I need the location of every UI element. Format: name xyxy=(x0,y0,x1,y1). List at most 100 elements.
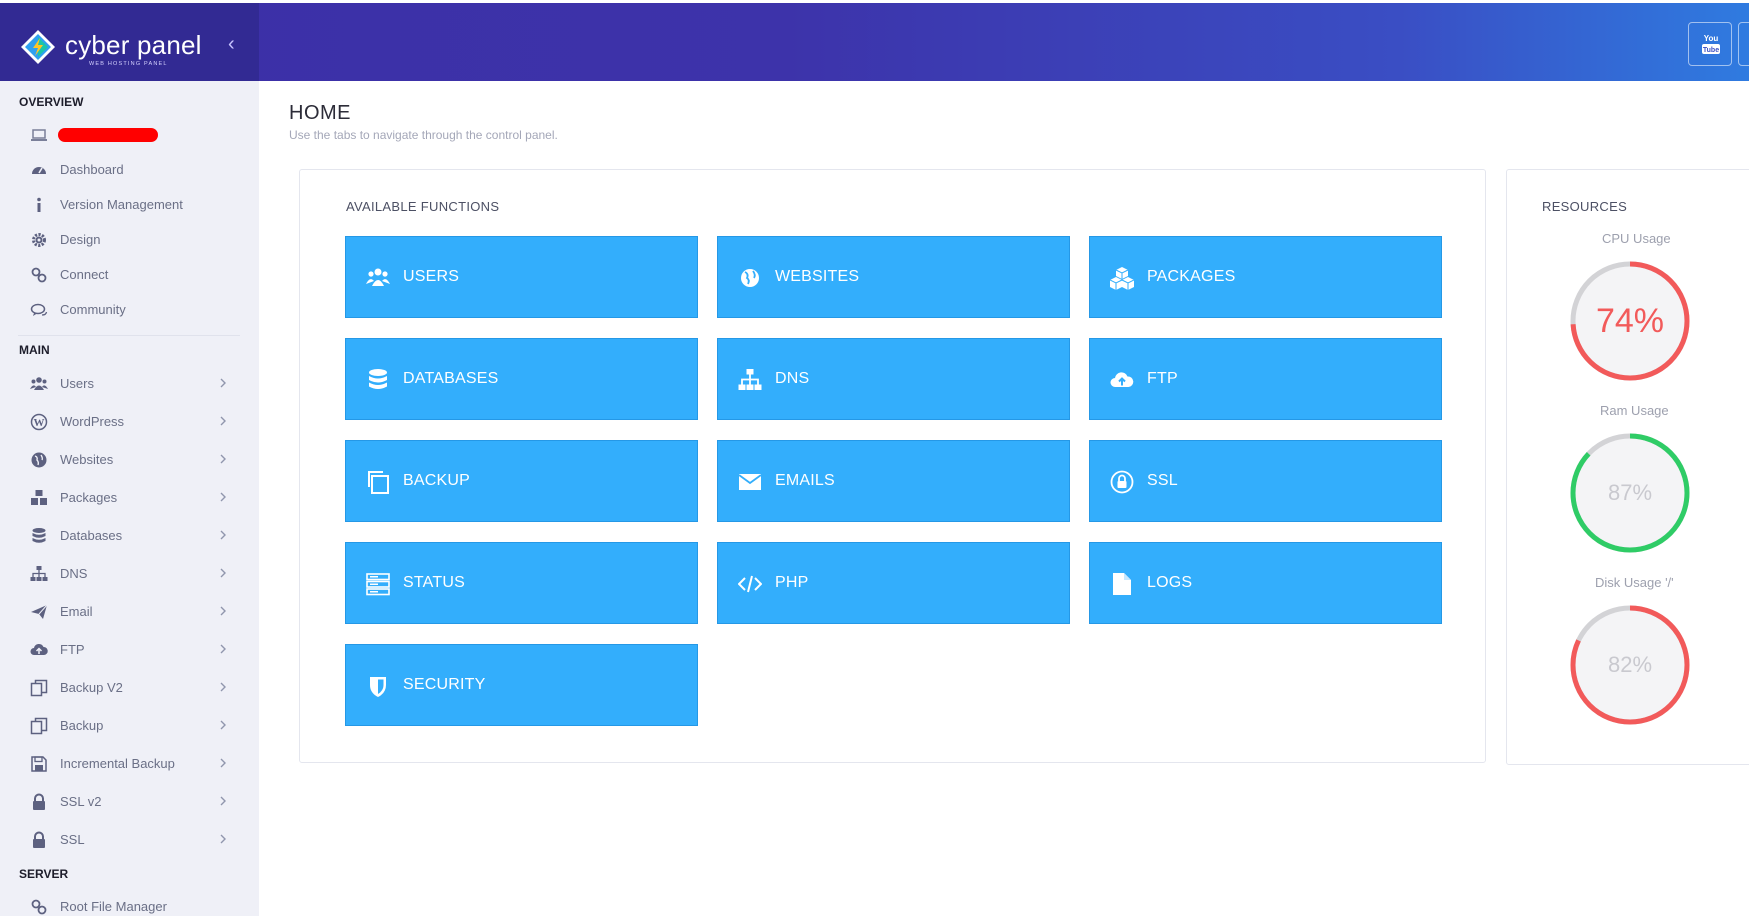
sidebar-item-label: Backup xyxy=(60,718,104,733)
page-subtitle: Use the tabs to navigate through the con… xyxy=(289,128,558,142)
chevron-right-icon xyxy=(220,720,226,730)
cloud-upload-icon xyxy=(30,643,48,655)
laptop-icon xyxy=(31,129,47,141)
sidebar-item-users[interactable]: Users xyxy=(0,369,259,399)
shield-icon xyxy=(370,677,386,697)
cloud-upload-icon xyxy=(1110,372,1134,387)
chevron-right-icon xyxy=(220,758,226,768)
chevron-right-icon xyxy=(220,416,226,426)
users-icon xyxy=(366,268,390,286)
brand-name: cyber panel xyxy=(65,30,202,60)
chevron-right-icon xyxy=(220,682,226,692)
sidebar-item-version-management[interactable]: Version Management xyxy=(0,190,259,220)
security-tile-button[interactable]: SECURITY xyxy=(345,644,698,726)
sidebar-item-label: SSL v2 xyxy=(60,794,102,809)
ram-usage-label: Ram Usage xyxy=(1600,403,1669,418)
tile-label: LOGS xyxy=(1147,574,1193,591)
ram-usage-gauge: 87% xyxy=(1570,433,1690,553)
databases-tile-button[interactable]: DATABASES xyxy=(345,338,698,420)
resources-panel: RESOURCES CPU Usage 74% Ram Usage 87% Di… xyxy=(1506,169,1749,765)
svg-text:W: W xyxy=(34,417,45,429)
sidebar-item-wordpress[interactable]: W WordPress xyxy=(0,407,259,437)
tile-label: EMAILS xyxy=(775,472,835,489)
chevron-right-icon xyxy=(220,454,226,464)
link-icon xyxy=(31,899,47,915)
logs-tile-button[interactable]: LOGS xyxy=(1089,542,1442,624)
sidebar-item-label: Backup V2 xyxy=(60,680,123,695)
sidebar-item-email[interactable]: Email xyxy=(0,597,259,627)
sidebar-section-main: MAIN xyxy=(19,343,50,357)
lock-icon xyxy=(33,831,45,848)
sidebar-item-label: Databases xyxy=(60,528,123,543)
sidebar-item-incremental-backup[interactable]: Incremental Backup xyxy=(0,749,259,779)
cpu-usage-value: 74% xyxy=(1595,302,1665,340)
sidebar-item-label: Connect xyxy=(60,267,109,282)
globe-icon xyxy=(31,452,47,468)
sidebar-item-label: Design xyxy=(60,232,101,247)
dashboard-icon xyxy=(32,167,46,174)
cubes-icon xyxy=(1110,267,1134,290)
sidebar-item-design[interactable]: Design xyxy=(0,225,259,255)
tile-label: PACKAGES xyxy=(1147,268,1236,285)
users-icon xyxy=(30,377,48,390)
database-icon xyxy=(32,528,46,543)
ssl-lock-icon xyxy=(1110,470,1134,494)
sidebar-item-backup[interactable]: Backup xyxy=(0,711,259,741)
sidebar-item-dns[interactable]: DNS xyxy=(0,559,259,589)
disk-usage-label: Disk Usage '/' xyxy=(1595,575,1674,590)
chevron-right-icon xyxy=(220,492,226,502)
collapse-sidebar-button[interactable]: ‹ xyxy=(228,33,244,57)
page-title: HOME xyxy=(289,102,351,124)
ssl-tile-button[interactable]: SSL xyxy=(1089,440,1442,522)
comments-icon xyxy=(30,303,48,316)
cpu-usage-label: CPU Usage xyxy=(1602,231,1671,246)
emails-tile-button[interactable]: EMAILS xyxy=(717,440,1070,522)
sidebar-item-label: DNS xyxy=(60,566,88,581)
backup-tile-button[interactable]: BACKUP xyxy=(345,440,698,522)
database-icon xyxy=(369,369,387,389)
sidebar-item-ssl[interactable]: SSL xyxy=(0,825,259,855)
sidebar-item-packages[interactable]: Packages xyxy=(0,483,259,513)
sidebar-item-label: Packages xyxy=(60,490,118,505)
sidebar-item-databases[interactable]: Databases xyxy=(0,521,259,551)
youtube-button[interactable]: You Tube xyxy=(1688,22,1732,66)
header-menu-button[interactable] xyxy=(1738,22,1749,66)
available-functions-title: AVAILABLE FUNCTIONS xyxy=(346,199,500,214)
sidebar-item-root-file-manager[interactable]: Root File Manager xyxy=(0,892,259,916)
ftp-tile-button[interactable]: FTP xyxy=(1089,338,1442,420)
gear-icon xyxy=(32,233,46,247)
sidebar-item-label: Email xyxy=(60,604,93,619)
php-tile-button[interactable]: PHP xyxy=(717,542,1070,624)
sidebar-item-label: Community xyxy=(60,302,126,317)
sidebar-item-label: FTP xyxy=(60,642,85,657)
server-icon xyxy=(366,573,390,596)
sidebar-item-backup-v2[interactable]: Backup V2 xyxy=(0,673,259,703)
tile-label: WEBSITES xyxy=(775,268,860,285)
tile-label: PHP xyxy=(775,574,809,591)
lock-icon xyxy=(33,793,45,810)
sidebar-item-websites[interactable]: Websites xyxy=(0,445,259,475)
redacted-hostname xyxy=(58,128,158,142)
chevron-right-icon xyxy=(220,644,226,654)
brand-tagline: WEB HOSTING PANEL xyxy=(89,61,168,67)
websites-tile-button[interactable]: WEBSITES xyxy=(717,236,1070,318)
packages-tile-button[interactable]: PACKAGES xyxy=(1089,236,1442,318)
sidebar-item-label: Dashboard xyxy=(60,162,124,177)
sidebar-item-community[interactable]: Community xyxy=(0,295,259,325)
sidebar-item-dashboard[interactable]: Dashboard xyxy=(0,155,259,185)
dns-tile-button[interactable]: DNS xyxy=(717,338,1070,420)
status-tile-button[interactable]: STATUS xyxy=(345,542,698,624)
chevron-right-icon xyxy=(220,606,226,616)
tile-label: SECURITY xyxy=(403,676,486,693)
users-tile-button[interactable]: USERS xyxy=(345,236,698,318)
cyberpanel-logo-icon[interactable] xyxy=(20,29,56,65)
youtube-icon: You Tube xyxy=(1702,34,1720,54)
sidebar-item-server-ip[interactable] xyxy=(0,120,259,150)
sidebar-item-label: Websites xyxy=(60,452,114,467)
sidebar-section-overview: OVERVIEW xyxy=(19,95,84,109)
tile-label: DNS xyxy=(775,370,810,387)
tile-label: BACKUP xyxy=(403,472,470,489)
sidebar-item-connect[interactable]: Connect xyxy=(0,260,259,290)
sidebar-item-ssl-v2[interactable]: SSL v2 xyxy=(0,787,259,817)
sidebar-item-ftp[interactable]: FTP xyxy=(0,635,259,665)
